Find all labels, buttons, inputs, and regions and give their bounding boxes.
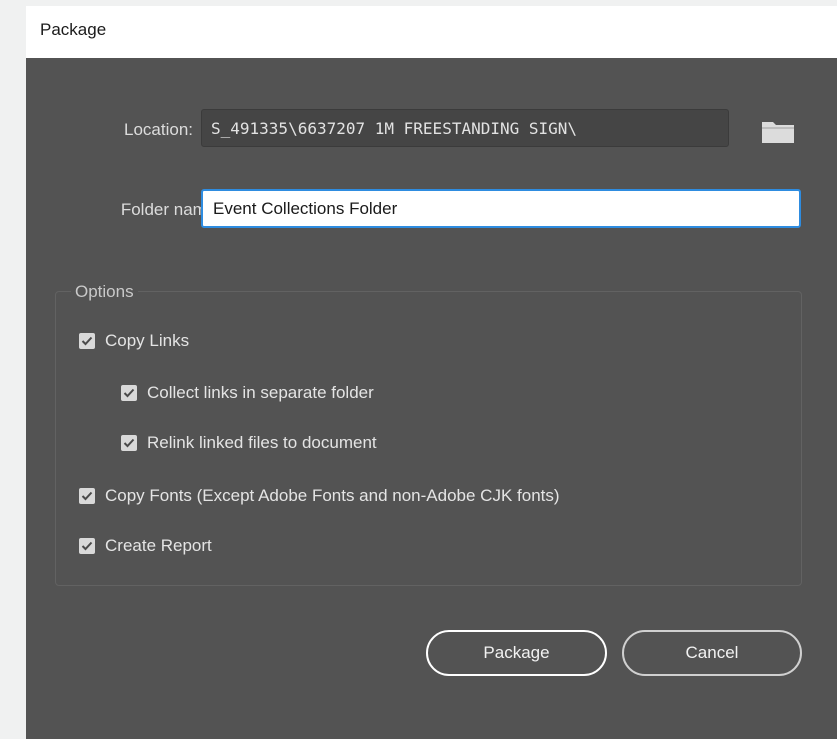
package-dialog: Package Location: S_491335\6637207 1M FR… <box>26 6 837 739</box>
checkbox-checked <box>79 488 95 504</box>
create-report-checkbox[interactable]: Create Report <box>79 536 212 556</box>
browse-folder-button[interactable] <box>759 116 797 146</box>
collect-links-checkbox[interactable]: Collect links in separate folder <box>121 383 374 403</box>
cancel-button[interactable]: Cancel <box>622 630 802 676</box>
copy-links-checkbox[interactable]: Copy Links <box>79 331 189 351</box>
checkbox-checked <box>79 538 95 554</box>
folder-name-input[interactable] <box>201 189 801 228</box>
checkbox-checked <box>121 385 137 401</box>
relink-files-checkbox[interactable]: Relink linked files to document <box>121 433 377 453</box>
dialog-title: Package <box>40 20 107 39</box>
copy-fonts-checkbox[interactable]: Copy Fonts (Except Adobe Fonts and non-A… <box>79 486 560 506</box>
location-label: Location: <box>124 120 193 139</box>
folder-icon <box>762 122 794 143</box>
package-button[interactable]: Package <box>426 630 607 676</box>
location-field[interactable]: S_491335\6637207 1M FREESTANDING SIGN\ <box>201 109 729 147</box>
checkmark-icon <box>81 336 93 346</box>
copy-links-label: Copy Links <box>105 331 190 350</box>
checkmark-icon <box>81 541 93 551</box>
create-report-label: Create Report <box>105 536 212 555</box>
title-bar: Package <box>26 6 837 58</box>
checkmark-icon <box>123 388 135 398</box>
collect-links-label: Collect links in separate folder <box>147 383 374 402</box>
checkmark-icon <box>81 491 93 501</box>
options-legend: Options <box>71 282 138 302</box>
relink-files-label: Relink linked files to document <box>147 433 377 452</box>
checkmark-icon <box>123 438 135 448</box>
copy-fonts-label: Copy Fonts (Except Adobe Fonts and non-A… <box>105 486 560 505</box>
checkbox-checked <box>121 435 137 451</box>
checkbox-checked <box>79 333 95 349</box>
